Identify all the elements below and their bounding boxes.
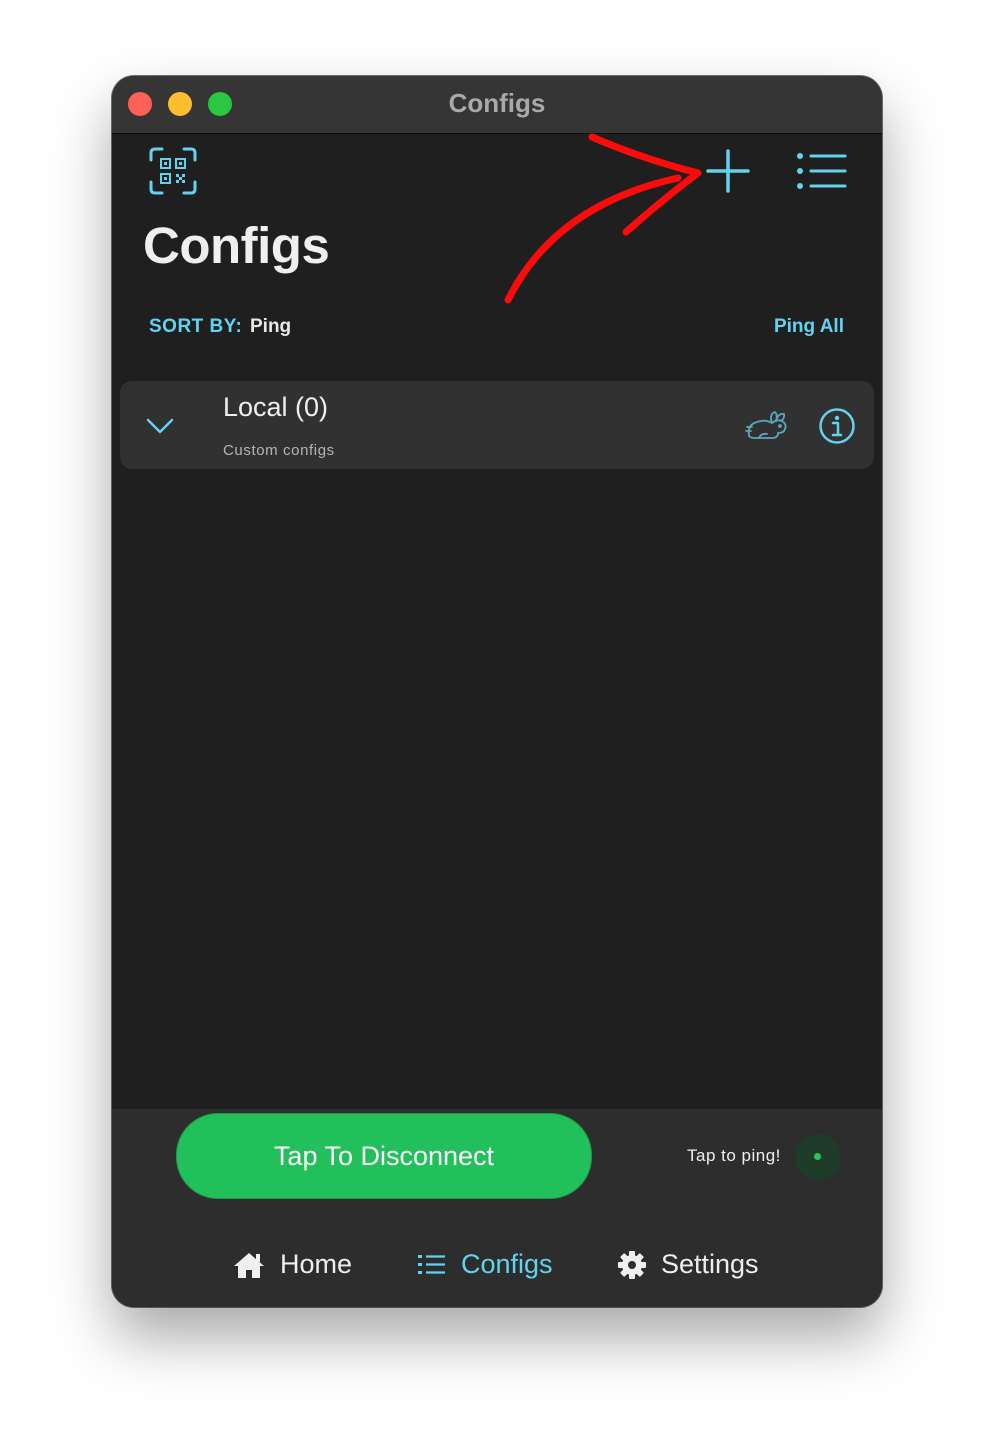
sort-by-label: SORT BY: xyxy=(149,316,243,337)
list-icon[interactable] xyxy=(796,152,848,190)
nav-settings[interactable]: Settings xyxy=(617,1249,759,1280)
nav-configs-label: Configs xyxy=(461,1249,553,1279)
qr-scan-icon[interactable] xyxy=(148,146,198,196)
chevron-down-icon[interactable] xyxy=(146,417,174,435)
nav-home[interactable]: Home xyxy=(232,1249,352,1280)
ping-status-indicator[interactable] xyxy=(795,1134,841,1180)
window-title: Configs xyxy=(448,88,546,118)
config-group-local[interactable]: Local (0) Custom configs xyxy=(120,381,874,469)
nav-configs[interactable]: Configs xyxy=(417,1249,553,1280)
page-title: Configs xyxy=(143,217,330,274)
disconnect-button[interactable]: Tap To Disconnect xyxy=(176,1113,592,1199)
title-bar: Configs xyxy=(112,76,882,134)
ping-all-button[interactable]: Ping All xyxy=(774,316,844,338)
nav-settings-label: Settings xyxy=(661,1249,759,1279)
list-icon xyxy=(418,1254,445,1274)
nav-home-label: Home xyxy=(280,1249,353,1279)
group-subtitle: Custom configs xyxy=(223,442,335,459)
group-name: Local (0) xyxy=(223,392,329,422)
info-icon[interactable] xyxy=(818,407,856,445)
home-icon xyxy=(234,1252,264,1278)
bottom-panel: Tap To Disconnect Tap to ping! Home Conf… xyxy=(112,1109,882,1307)
app-window: Configs Configs SORT BY: Ping Ping All L… xyxy=(112,76,882,1307)
tap-to-ping-label[interactable]: Tap to ping! xyxy=(687,1146,781,1166)
rabbit-icon[interactable] xyxy=(745,409,789,443)
ping-status-dot xyxy=(814,1153,821,1160)
plus-icon[interactable] xyxy=(706,149,750,193)
sort-by-value[interactable]: Ping xyxy=(250,316,291,338)
gear-icon xyxy=(618,1250,646,1279)
